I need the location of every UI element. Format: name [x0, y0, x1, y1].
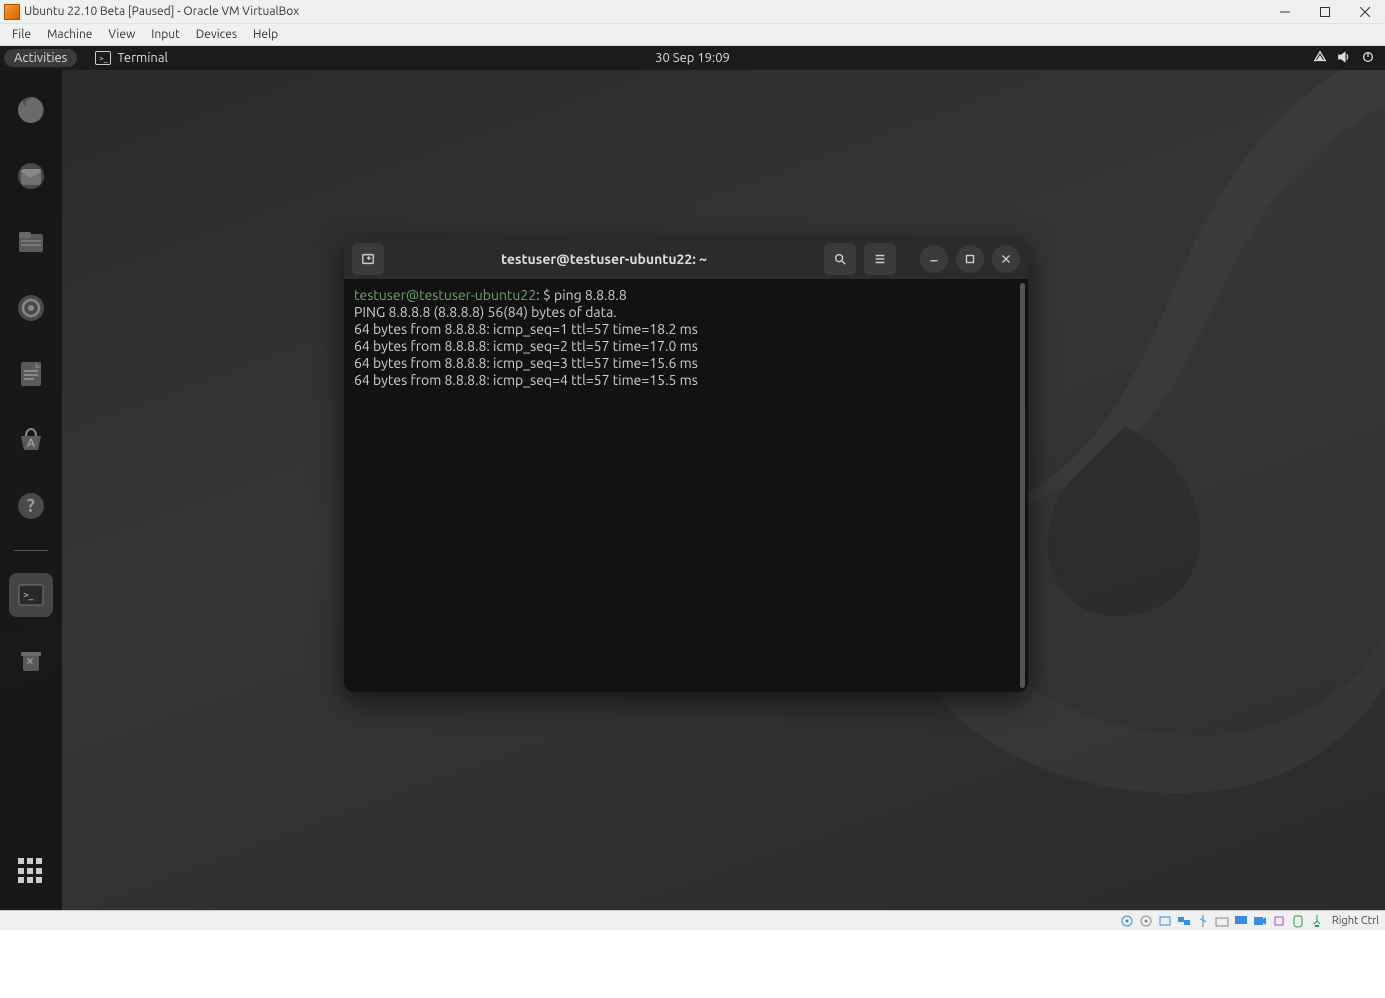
minimize-button[interactable] — [1265, 0, 1305, 24]
svg-text:>_: >_ — [23, 589, 34, 600]
host-key-label: Right Ctrl — [1332, 915, 1379, 927]
terminal-line: PING 8.8.8.8 (8.8.8.8) 56(84) bytes of d… — [354, 304, 1018, 321]
topbar-app-label: Terminal — [117, 51, 168, 65]
menu-view[interactable]: View — [100, 28, 143, 41]
dock-terminal[interactable]: >_ — [9, 573, 53, 617]
menu-machine[interactable]: Machine — [39, 28, 100, 41]
terminal-title: testuser@testuser-ubuntu22: ~ — [392, 251, 816, 267]
terminal-icon: >_ — [95, 51, 111, 65]
status-hdd-icon[interactable] — [1119, 913, 1135, 929]
terminal-scrollbar[interactable] — [1020, 283, 1025, 688]
new-tab-button[interactable] — [352, 243, 384, 275]
volume-icon[interactable] — [1337, 50, 1351, 67]
dock-separator — [14, 550, 48, 551]
dock: A ? >_ — [0, 70, 62, 910]
svg-text:?: ? — [27, 496, 35, 516]
guest-desktop: Activities >_ Terminal 30 Sep 19:09 — [0, 46, 1385, 910]
topbar-app-indicator[interactable]: >_ Terminal — [95, 51, 168, 65]
status-mouse-icon[interactable] — [1290, 913, 1306, 929]
dock-firefox[interactable] — [9, 88, 53, 132]
menu-input[interactable]: Input — [143, 28, 188, 41]
terminal-line: 64 bytes from 8.8.8.8: icmp_seq=4 ttl=57… — [354, 372, 1018, 389]
terminal-line: 64 bytes from 8.8.8.8: icmp_seq=3 ttl=57… — [354, 355, 1018, 372]
window-maximize-button[interactable] — [956, 245, 984, 273]
hamburger-menu-button[interactable] — [864, 243, 896, 275]
virtualbox-statusbar: Right Ctrl — [0, 910, 1385, 930]
menu-file[interactable]: File — [4, 28, 39, 41]
close-button[interactable] — [1345, 0, 1385, 24]
dock-help[interactable]: ? — [9, 484, 53, 528]
network-icon[interactable] — [1313, 50, 1327, 67]
terminal-line: 64 bytes from 8.8.8.8: icmp_seq=1 ttl=57… — [354, 321, 1018, 338]
dock-thunderbird[interactable] — [9, 154, 53, 198]
terminal-line-prompt: testuser@testuser-ubuntu22: $ ping 8.8.8… — [354, 287, 1018, 304]
window-minimize-button[interactable] — [920, 245, 948, 273]
virtualbox-icon — [4, 4, 20, 20]
status-audio-icon[interactable] — [1157, 913, 1173, 929]
dock-rhythmbox[interactable] — [9, 286, 53, 330]
dock-files[interactable] — [9, 220, 53, 264]
gnome-topbar: Activities >_ Terminal 30 Sep 19:09 — [0, 46, 1385, 70]
terminal-headerbar[interactable]: testuser@testuser-ubuntu22: ~ — [344, 239, 1028, 279]
svg-text:A: A — [27, 437, 36, 450]
page-footer-blank — [0, 930, 1385, 998]
window-close-button[interactable] — [992, 245, 1020, 273]
maximize-button[interactable] — [1305, 0, 1345, 24]
status-usb-icon[interactable] — [1195, 913, 1211, 929]
status-cpu-icon[interactable] — [1271, 913, 1287, 929]
power-icon[interactable] — [1361, 50, 1375, 67]
menu-help[interactable]: Help — [245, 28, 286, 41]
virtualbox-titlebar: Ubuntu 22.10 Beta [Paused] - Oracle VM V… — [0, 0, 1385, 24]
virtualbox-window-title: Ubuntu 22.10 Beta [Paused] - Oracle VM V… — [24, 5, 299, 18]
search-button[interactable] — [824, 243, 856, 275]
status-optical-icon[interactable] — [1138, 913, 1154, 929]
activities-button[interactable]: Activities — [4, 49, 77, 67]
topbar-clock[interactable]: 30 Sep 19:09 — [655, 51, 730, 65]
status-recording-icon[interactable] — [1252, 913, 1268, 929]
status-display-icon[interactable] — [1233, 913, 1249, 929]
status-shared-folders-icon[interactable] — [1214, 913, 1230, 929]
terminal-body[interactable]: testuser@testuser-ubuntu22: $ ping 8.8.8… — [344, 279, 1028, 692]
status-keyboard-icon[interactable] — [1309, 913, 1325, 929]
status-network-icon[interactable] — [1176, 913, 1192, 929]
terminal-window: testuser@testuser-ubuntu22: ~ testuser@t… — [344, 239, 1028, 692]
dock-software[interactable]: A — [9, 418, 53, 462]
show-applications-button[interactable] — [10, 850, 52, 892]
terminal-line: 64 bytes from 8.8.8.8: icmp_seq=2 ttl=57… — [354, 338, 1018, 355]
virtualbox-menubar: File Machine View Input Devices Help — [0, 24, 1385, 46]
system-tray — [1313, 50, 1385, 67]
dock-trash[interactable] — [9, 639, 53, 683]
dock-libreoffice-writer[interactable] — [9, 352, 53, 396]
menu-devices[interactable]: Devices — [188, 28, 245, 41]
